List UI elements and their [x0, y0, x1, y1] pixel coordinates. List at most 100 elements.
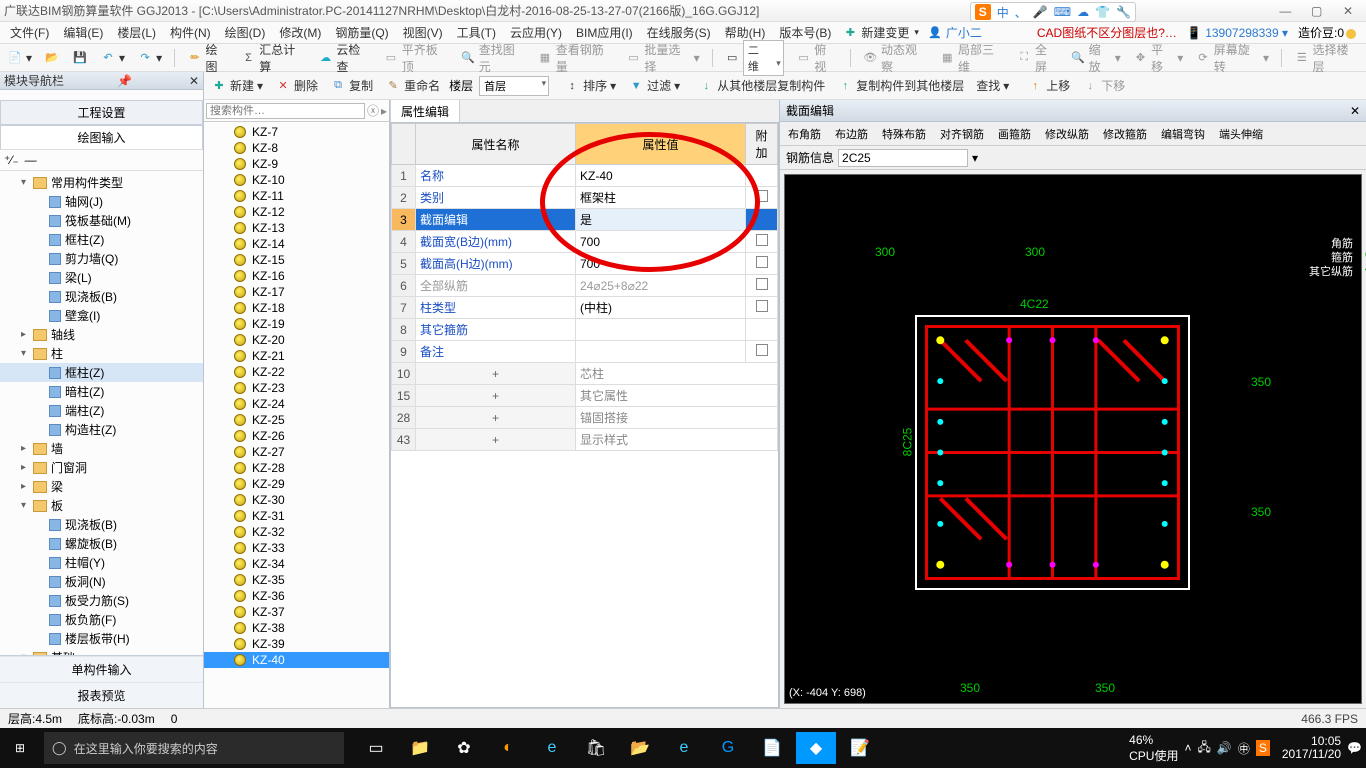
dynamic-view-button[interactable]: 👁动态观察 — [860, 40, 931, 76]
tree-node[interactable]: ▸门窗洞 — [0, 458, 203, 477]
delete-button[interactable]: ✕删除 — [272, 76, 321, 95]
property-row[interactable]: 43+显示样式 — [392, 429, 778, 451]
task-folder-icon[interactable]: 📂 — [620, 732, 660, 764]
cloud-check-button[interactable]: ☁云检查 — [315, 40, 374, 76]
open-icon[interactable]: 📂 — [41, 49, 63, 67]
view-rebar-button[interactable]: ▦查看钢筋量 — [534, 40, 617, 76]
property-row[interactable]: 10+芯柱 — [392, 363, 778, 385]
tree-node[interactable]: 端柱(Z) — [0, 401, 203, 420]
property-row[interactable]: 1名称KZ-40 — [392, 165, 778, 187]
tray-ime-icon[interactable]: ㊥ — [1238, 740, 1250, 757]
task-app-3[interactable]: ◐ — [488, 732, 528, 764]
close-button[interactable]: ✕ — [1334, 4, 1362, 18]
nav-tab-single[interactable]: 单构件输入 — [0, 656, 203, 682]
list-item[interactable]: KZ-28 — [204, 460, 389, 476]
menu-floor[interactable]: 楼层(L) — [111, 22, 162, 43]
tree-node[interactable]: 框柱(Z) — [0, 363, 203, 382]
batch-select-button[interactable]: ▭批量选择▾ — [623, 40, 703, 76]
task-app-1[interactable]: 📁 — [400, 732, 440, 764]
property-row[interactable]: 7柱类型(中柱) — [392, 297, 778, 319]
list-item[interactable]: KZ-29 — [204, 476, 389, 492]
search-clear-icon[interactable]: ⓧ — [367, 102, 379, 119]
menu-file[interactable]: 文件(F) — [4, 22, 55, 43]
property-row[interactable]: 15+其它属性 — [392, 385, 778, 407]
tree-node[interactable]: ▾基础 — [0, 648, 203, 655]
section-canvas[interactable]: 角筋 4C25 箍筋 C100 其它纵筋 4C25 4C22 8C25 300 … — [784, 174, 1362, 704]
section-tab[interactable]: 对齐钢筋 — [934, 123, 990, 145]
tree-node[interactable]: 壁龛(I) — [0, 306, 203, 325]
tray-net-icon[interactable]: 🖧 — [1198, 738, 1211, 759]
pin-icon[interactable]: 📌 — [117, 74, 132, 88]
rename-button[interactable]: ✎重命名 — [382, 76, 443, 95]
search-go-icon[interactable]: ▸ — [381, 104, 387, 118]
property-row[interactable]: 9备注 — [392, 341, 778, 363]
system-tray[interactable]: 46%CPU使用 ˄ 🖧 🔊 ㊥ S 10:052017/11/20 💬 — [1129, 733, 1362, 764]
maximize-button[interactable]: ▢ — [1303, 4, 1331, 18]
rebar-info-dd-icon[interactable]: ▾ — [972, 151, 978, 165]
task-app-note[interactable]: 📝 — [840, 732, 880, 764]
start-button[interactable]: ⊞ — [0, 741, 40, 755]
list-item[interactable]: KZ-8 — [204, 140, 389, 156]
view-mode-dd[interactable]: ▭二维 — [722, 39, 787, 77]
list-item[interactable]: KZ-15 — [204, 252, 389, 268]
task-app-text[interactable]: 📄 — [752, 732, 792, 764]
tree-node[interactable]: ▸轴线 — [0, 325, 203, 344]
section-tab[interactable]: 画箍筋 — [992, 123, 1037, 145]
list-item[interactable]: KZ-31 — [204, 508, 389, 524]
list-item[interactable]: KZ-9 — [204, 156, 389, 172]
sogou-icon[interactable]: S — [975, 4, 991, 20]
bird-view-button[interactable]: ▭俯视 — [793, 40, 841, 76]
component-list[interactable]: KZ-7KZ-8KZ-9KZ-10KZ-11KZ-12KZ-13KZ-14KZ-… — [204, 122, 389, 708]
floor-select[interactable]: 首层 — [479, 76, 549, 96]
close-panel-icon[interactable]: ✕ — [189, 74, 199, 88]
nav-tab-draw[interactable]: 绘图输入 — [0, 125, 203, 149]
tree-node[interactable]: 楼层板带(H) — [0, 629, 203, 648]
section-close-icon[interactable]: ✕ — [1350, 104, 1360, 118]
copy-to-floor-button[interactable]: ↑复制构件到其他楼层 — [834, 76, 967, 95]
tree-node[interactable]: 板负筋(F) — [0, 610, 203, 629]
list-item[interactable]: KZ-21 — [204, 348, 389, 364]
list-item[interactable]: KZ-7 — [204, 124, 389, 140]
list-item[interactable]: KZ-26 — [204, 428, 389, 444]
tree-node[interactable]: 板受力筋(S) — [0, 591, 203, 610]
list-item[interactable]: KZ-33 — [204, 540, 389, 556]
move-up-button[interactable]: ↑上移 — [1024, 76, 1073, 95]
tray-notif-icon[interactable]: 💬 — [1347, 741, 1362, 755]
list-item[interactable]: KZ-19 — [204, 316, 389, 332]
list-item[interactable]: KZ-14 — [204, 236, 389, 252]
phone-link[interactable]: 📱 13907298339 ▾ — [1187, 26, 1288, 40]
task-view-icon[interactable]: ▭ — [356, 732, 396, 764]
task-edge-icon[interactable]: e — [532, 732, 572, 764]
save-icon[interactable]: 💾 — [69, 49, 91, 67]
ime-toolbar[interactable]: S 中 、 🎤 ⌨ ☁ 👕 🔧 — [970, 2, 1136, 22]
undo-icon[interactable]: ↶▾ — [97, 49, 128, 67]
expand-tool-icon[interactable]: ⁺⁄₋ — [4, 153, 19, 167]
list-item[interactable]: KZ-34 — [204, 556, 389, 572]
list-item[interactable]: KZ-30 — [204, 492, 389, 508]
list-item[interactable]: KZ-10 — [204, 172, 389, 188]
list-item[interactable]: KZ-37 — [204, 604, 389, 620]
rebar-info-input[interactable] — [838, 149, 968, 167]
new-component-button[interactable]: ✚新建▾ — [208, 76, 266, 95]
tree-node[interactable]: 梁(L) — [0, 268, 203, 287]
sort-button[interactable]: ↕排序▾ — [561, 76, 619, 95]
list-item[interactable]: KZ-22 — [204, 364, 389, 380]
property-row[interactable]: 2类别框架柱 — [392, 187, 778, 209]
property-row[interactable]: 28+锚固搭接 — [392, 407, 778, 429]
list-item[interactable]: KZ-18 — [204, 300, 389, 316]
list-item[interactable]: KZ-25 — [204, 412, 389, 428]
tree-node[interactable]: 框柱(Z) — [0, 230, 203, 249]
tray-clock[interactable]: 10:052017/11/20 — [1282, 735, 1341, 761]
find-button[interactable]: 查找▾ — [973, 76, 1012, 95]
select-floor-button[interactable]: ☰选择楼层 — [1291, 40, 1362, 76]
copy-from-floor-button[interactable]: ↓从其他楼层复制构件 — [695, 76, 828, 95]
tray-vol-icon[interactable]: 🔊 — [1217, 741, 1232, 755]
nav-tree[interactable]: ▾常用构件类型轴网(J)筏板基础(M)框柱(Z)剪力墙(Q)梁(L)现浇板(B)… — [0, 171, 203, 655]
list-item[interactable]: KZ-16 — [204, 268, 389, 284]
minimize-button[interactable]: — — [1271, 4, 1299, 18]
property-row[interactable]: 6全部纵筋24⌀25+8⌀22 — [392, 275, 778, 297]
tree-node[interactable]: ▾柱 — [0, 344, 203, 363]
list-item[interactable]: KZ-24 — [204, 396, 389, 412]
nav-tab-report[interactable]: 报表预览 — [0, 682, 203, 708]
section-tab[interactable]: 端头伸缩 — [1213, 123, 1269, 145]
